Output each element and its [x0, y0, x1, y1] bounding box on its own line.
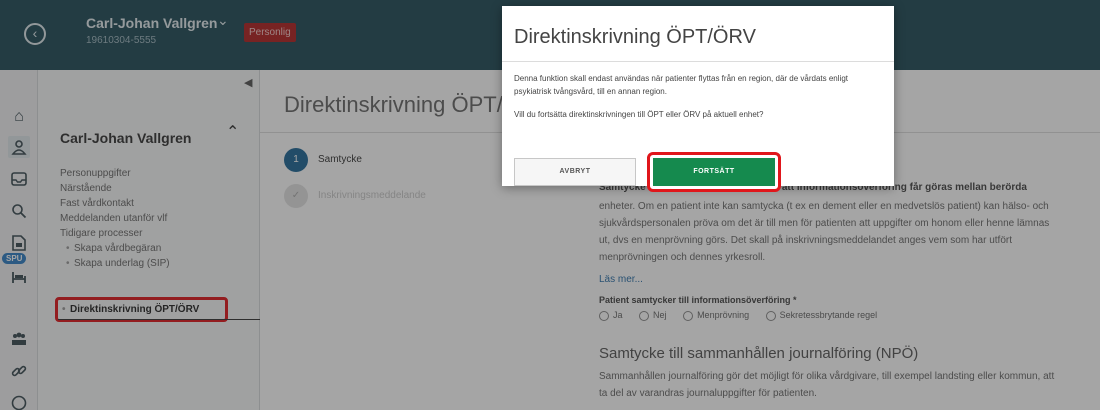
cancel-button[interactable]: AVBRYT: [514, 158, 636, 186]
dialog-divider: [502, 61, 894, 62]
dialog-text-question: Vill du fortsätta direktinskrivningen ti…: [514, 110, 764, 119]
app-root: ‹ Carl-Johan Vallgren ⌄ 19610304-5555 Pe…: [0, 0, 1100, 410]
confirm-dialog: Direktinskrivning ÖPT/ÖRV Denna funktion…: [502, 6, 894, 192]
dialog-text-info: Denna funktion skall endast användas när…: [514, 74, 848, 96]
continue-button[interactable]: FORTSÄTT: [653, 158, 775, 186]
dialog-title: Direktinskrivning ÖPT/ÖRV: [514, 26, 756, 48]
continue-button-highlight: FORTSÄTT: [647, 152, 781, 192]
dialog-body: Denna funktion skall endast användas när…: [514, 72, 886, 131]
